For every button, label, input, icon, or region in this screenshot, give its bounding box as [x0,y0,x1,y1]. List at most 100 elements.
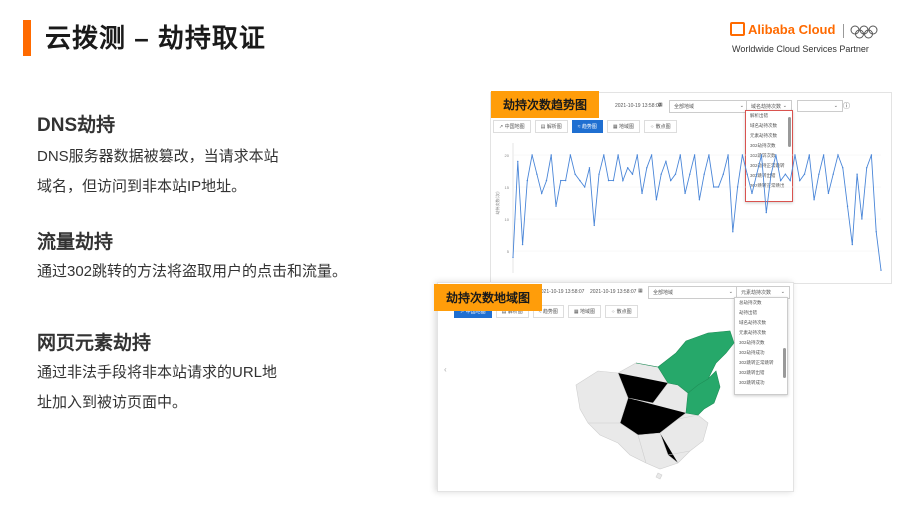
collapse-handle[interactable]: ‹ [444,365,447,374]
slide-title: 云拨测 – 劫持取证 [45,23,266,53]
trend-point [622,179,624,182]
trend-point [627,167,629,169]
trend-chart-panel: 2021-10-19 13:58:07 ▦ 全部地域 ⌄ 域名劫持次数 ⌄ ⌄ ⓘ … [490,92,892,284]
dropdown-item[interactable]: 劫持出错 [735,308,787,318]
trend-line-chart: 20 15 10 5 劫持次数(次) [494,143,882,273]
trend-point [746,173,748,175]
region-map-label: 劫持次数地域图 [434,284,543,311]
time-end-text[interactable]: 2021-10-19 13:58:07 [590,289,636,295]
y-tick-label: 10 [505,217,510,222]
trend-point [550,154,552,156]
tab-resolve[interactable]: ▤ 解析图 [534,120,568,133]
calendar-icon[interactable]: ▦ [658,102,663,108]
trend-point [842,167,844,169]
tab-scatter[interactable]: ⁘ 散点图 [644,120,677,133]
trend-point [650,154,653,156]
time-range-text[interactable]: 2021-10-19 13:58:07 [615,103,661,109]
brand-block: Alibaba Cloud Worldwide Cloud Services P… [730,22,880,58]
chevron-down-icon: ⌄ [728,289,733,295]
trend-point [598,173,600,175]
y-axis-label: 劫持次数(次) [494,191,500,215]
chevron-down-icon: ⌄ [739,103,744,109]
trend-point [660,173,662,175]
trend-chart-label: 劫持次数趋势图 [491,91,600,118]
brand-tagline: Worldwide Cloud Services Partner [732,44,869,54]
tab-label: 地域图 [580,309,596,315]
tab-region[interactable]: ▦ 地域图 [606,120,641,133]
trend-point [631,173,634,175]
trend-point [832,173,834,175]
tab-china-map[interactable]: ↗ 中国地图 [493,120,531,133]
trend-point [880,269,882,271]
trend-point [736,186,739,188]
view-toolbar: ↗ 中国地图 ▤ 解析图 ≈ 趋势图 ▦ 地域图 ⁘ 散点图 [493,120,677,133]
trend-point [779,179,782,182]
trend-point [536,173,538,175]
alibaba-bracket-icon [730,22,745,36]
trend-point [574,173,576,175]
trend-point [865,167,868,169]
dropdown-item[interactable]: 域名劫持次数 [746,121,792,131]
region-select[interactable]: 全部地域 ⌄ [648,286,738,299]
trend-point [741,154,744,156]
trend-point [564,179,567,182]
section-text-dns: DNS服务器数据被篡改，当请求本站 域名，但访问到非本站IP地址。 [37,142,279,202]
trend-point [517,160,519,163]
dropdown-item[interactable]: 总劫持次数 [735,298,787,308]
chevron-down-icon: ⌄ [780,289,785,295]
dropdown-scrollbar[interactable] [783,348,786,378]
alibaba-cloud-logo: Alibaba Cloud [730,22,835,37]
trend-point [727,154,729,156]
trend-point [689,173,691,175]
trend-point [875,231,877,233]
tab-region[interactable]: ▦ 地域图 [567,305,602,318]
section-line: 通过非法手段将非本站请求的URL地 [37,364,278,381]
region-map-panel: 2021-10-19 13:58:07 2021-10-19 13:58:07 … [437,282,794,492]
trend-point [861,218,863,220]
trend-point [655,199,658,201]
time-start-text[interactable]: 2021-10-19 13:58:07 [538,289,584,295]
trend-point [818,173,820,175]
y-tick-label: 5 [507,249,510,254]
trend-point [636,154,638,156]
tab-label: 散点图 [655,124,671,130]
trend-point [617,154,619,156]
trend-point [583,186,586,188]
trend-point [703,173,705,175]
region-select[interactable]: 全部地域 ⌄ [669,100,749,113]
y-tick-label: 20 [505,153,510,158]
trend-point [837,154,839,156]
trend-point [569,154,572,156]
section-heading-dns: DNS劫持 [37,115,116,136]
chevron-down-icon: ⌄ [833,103,838,109]
dropdown-item[interactable]: 解析出错 [746,111,792,121]
tab-scatter[interactable]: ⁘ 散点图 [605,305,638,318]
trend-point [526,179,529,182]
trend-point [646,167,648,169]
trend-point [684,192,686,195]
tab-trend[interactable]: ≈ 趋势图 [571,120,603,133]
tab-label: 地域图 [619,124,635,130]
interval-select[interactable]: ⌄ [797,100,843,112]
trend-point [512,256,514,259]
trend-point [708,154,710,156]
trend-point [722,173,724,175]
trend-point [751,192,753,195]
trend-point [521,243,524,246]
region-select-value: 全部地域 [653,290,674,296]
trend-point [641,192,643,195]
trend-point [540,192,543,195]
trend-series-line [512,153,882,271]
section-heading-traffic: 流量劫持 [37,232,114,253]
trend-point [794,154,796,156]
trend-point [784,173,787,175]
trend-point [756,173,758,175]
trend-point [808,154,811,156]
olympic-rings-icon [850,25,878,39]
brand-logo-text: Alibaba Cloud [748,22,836,37]
china-map [575,330,735,480]
brand-divider [843,24,844,38]
trend-point [588,167,591,169]
calendar-icon[interactable]: ▦ [638,288,643,294]
info-icon[interactable]: ⓘ [843,101,850,111]
